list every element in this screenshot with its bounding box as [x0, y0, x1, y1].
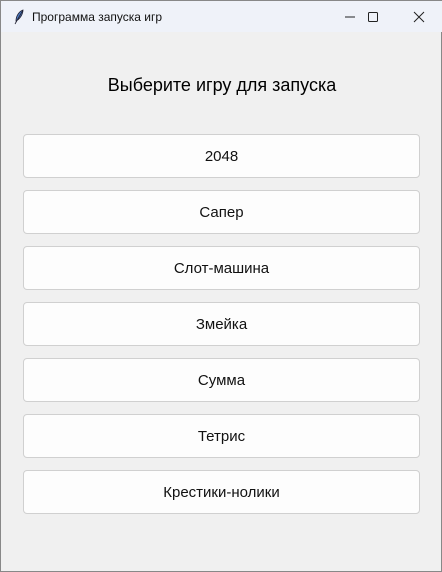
- close-button[interactable]: [396, 1, 442, 32]
- game-button-tic-tac-toe[interactable]: Крестики-нолики: [23, 470, 420, 514]
- close-icon: [413, 11, 425, 22]
- game-button-slot-machine[interactable]: Слот-машина: [23, 246, 420, 290]
- maximize-icon: [368, 11, 378, 22]
- game-button-snake[interactable]: Змейка: [23, 302, 420, 346]
- maximize-button[interactable]: [350, 1, 396, 32]
- title-bar: Программа запуска игр: [1, 1, 442, 32]
- game-button-minesweeper[interactable]: Сапер: [23, 190, 420, 234]
- window-title: Программа запуска игр: [32, 10, 163, 24]
- game-button-tetris[interactable]: Тетрис: [23, 414, 420, 458]
- game-button-2048[interactable]: 2048: [23, 134, 420, 178]
- game-button-sum[interactable]: Сумма: [23, 358, 420, 402]
- feather-icon: [14, 9, 24, 25]
- page-title: Выберите игру для запуска: [107, 75, 337, 95]
